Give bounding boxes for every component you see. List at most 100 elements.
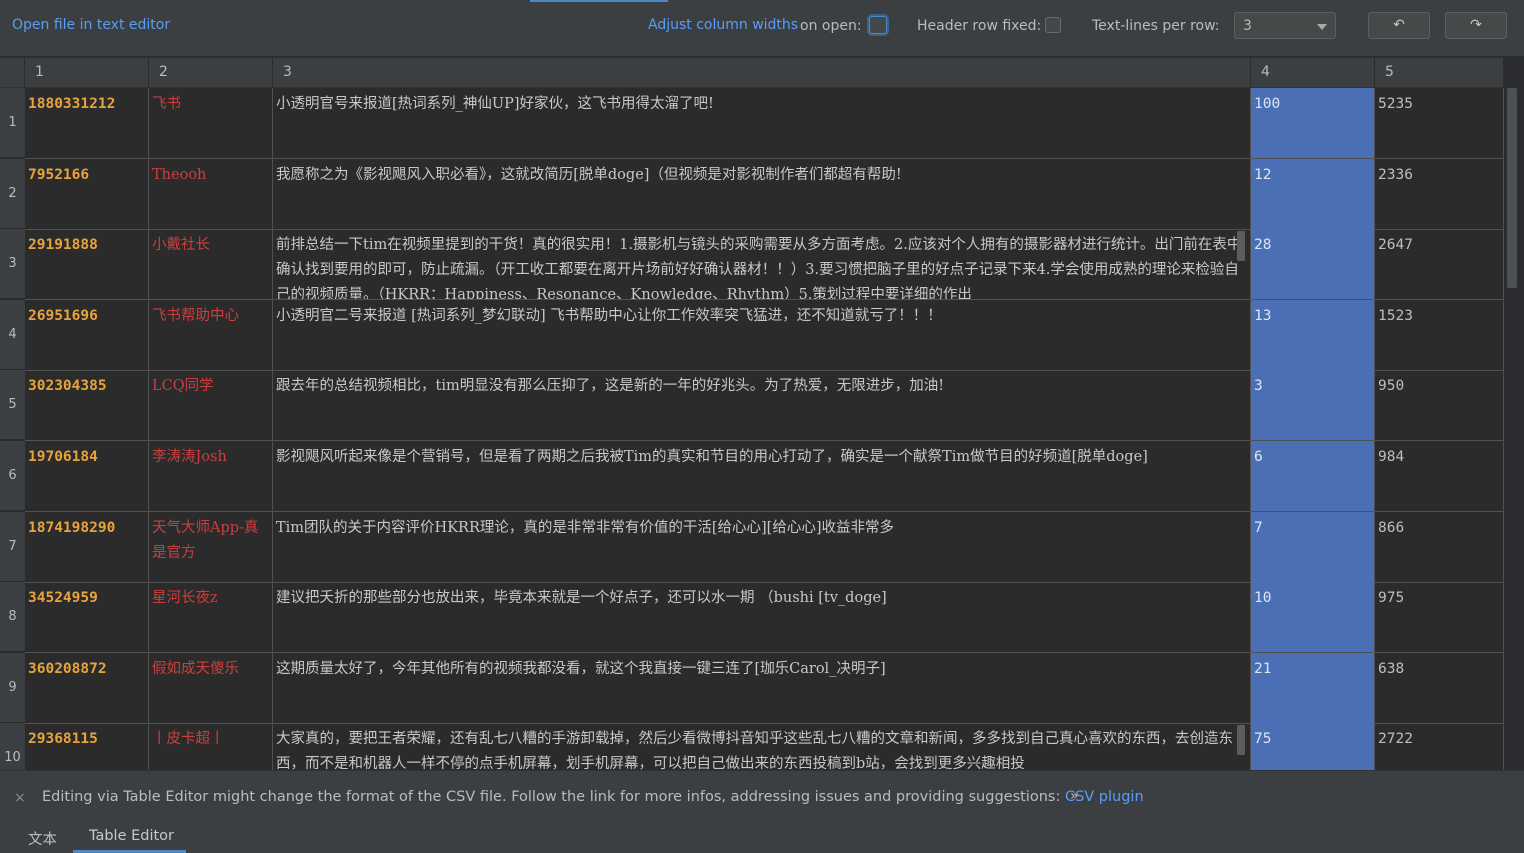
table-cell[interactable]: 13 <box>1251 300 1375 370</box>
tab-text[interactable]: 文本 <box>28 828 57 849</box>
table-row: 360208872 假如成天傻乐 这期质量太好了，今年其他所有的视频我都没看，就这个… <box>25 653 1504 724</box>
table-cell[interactable]: 李涛涛Josh <box>149 441 273 511</box>
table-cell[interactable]: 影视飓风听起来像是个营销号，但是看了两期之后我被Tim的真实和节目的用心打动了，… <box>273 441 1251 511</box>
table-cell[interactable]: 975 <box>1375 582 1504 652</box>
column-header[interactable]: 4 <box>1251 58 1375 87</box>
header-row-fixed-label: Header row fixed: <box>917 18 1042 34</box>
adjust-on-open-label: on open: <box>800 18 862 34</box>
open-in-text-editor-link[interactable]: Open file in text editor <box>12 17 170 33</box>
table-cell[interactable]: 34524959 <box>25 582 149 652</box>
table-cell[interactable]: 638 <box>1375 653 1504 723</box>
table-cell[interactable]: 小透明官号来报道[热词系列_神仙UP]好家伙，这飞书用得太溜了吧! <box>273 88 1251 158</box>
table-cell[interactable]: 12 <box>1251 159 1375 229</box>
table-cell[interactable]: 2336 <box>1375 159 1504 229</box>
table-cell[interactable]: 大家真的，要把王者荣耀，还有乱七八糟的手游卸载掉，然后少看微博抖音知乎这些乱七八… <box>273 723 1251 770</box>
table-cell[interactable]: Tim团队的关于内容评价HKRR理论，真的是非常非常有价值的干活[给心心][给心… <box>273 512 1251 582</box>
table-cell[interactable]: 19706184 <box>25 441 149 511</box>
table-header: 1 2 3 4 5 <box>0 58 1504 88</box>
column-header[interactable]: 5 <box>1375 58 1504 87</box>
table-cell[interactable]: 7 <box>1251 512 1375 582</box>
column-header[interactable]: 3 <box>273 58 1251 87</box>
table-cell[interactable]: 75 <box>1251 723 1375 770</box>
row-number[interactable]: 6 <box>0 441 25 511</box>
csv-notice-bar: × Editing via Table Editor might change … <box>0 770 1524 821</box>
table-row: 19706184 李涛涛Josh 影视飓风听起来像是个营销号，但是看了两期之后我被T… <box>25 441 1504 512</box>
table-row: 1874198290 天气大师App-真是官方 Tim团队的关于内容评价HKRR理论… <box>25 512 1504 583</box>
notice-message: Editing via Table Editor might change th… <box>42 789 1144 805</box>
table-cell[interactable]: 小透明官二号来报道 [热词系列_梦幻联动] 飞书帮助中心让你工作效率突飞猛进，还… <box>273 300 1251 370</box>
table-cell[interactable]: 302304385 <box>25 370 149 440</box>
row-number[interactable]: 2 <box>0 159 25 229</box>
table-cell[interactable]: 2722 <box>1375 723 1504 770</box>
lines-per-row-value: 3 <box>1243 18 1252 34</box>
row-number[interactable]: 9 <box>0 653 25 723</box>
row-number[interactable]: 3 <box>0 229 25 299</box>
table-cell[interactable]: 29191888 <box>25 229 149 299</box>
table-cell[interactable]: 跟去年的总结视频相比，tim明显没有那么压抑了，这是新的一年的好兆头。为了热爱，… <box>273 370 1251 440</box>
table-cell[interactable]: 天气大师App-真是官方 <box>149 512 273 582</box>
table-cell[interactable]: 建议把夭折的那些部分也放出来，毕竟本来就是一个好点子，还可以水一期 （bushi… <box>273 582 1251 652</box>
table-cell[interactable]: 1523 <box>1375 300 1504 370</box>
table-cell[interactable]: LCQ同学 <box>149 370 273 440</box>
row-number[interactable]: 10 <box>0 723 25 770</box>
table-cell[interactable]: Theooh <box>149 159 273 229</box>
row-number[interactable]: 5 <box>0 370 25 440</box>
column-header[interactable]: 1 <box>25 58 149 87</box>
table-row: 302304385 LCQ同学 跟去年的总结视频相比，tim明显没有那么压抑了，这是… <box>25 370 1504 441</box>
vertical-scrollbar[interactable] <box>1504 58 1524 770</box>
undo-icon: ↶ <box>1393 17 1405 33</box>
table-row: 29191888 小戴社长 前排总结一下tim在视频里提到的干货！真的很实用！1.摄… <box>25 229 1504 300</box>
scrollbar-thumb[interactable] <box>1507 88 1517 288</box>
table-cell[interactable]: 100 <box>1251 88 1375 158</box>
table-cell[interactable]: 我愿称之为《影视飓风入职必看》，这就改简历[脱单doge]（但视频是对影视制作者… <box>273 159 1251 229</box>
active-indicator <box>530 0 668 2</box>
tab-table-editor[interactable]: Table Editor <box>89 828 174 844</box>
cell-scrollbar[interactable] <box>1237 725 1245 755</box>
row-number[interactable]: 1 <box>0 88 25 158</box>
table-cell[interactable]: 10 <box>1251 582 1375 652</box>
column-header[interactable]: 2 <box>149 58 273 87</box>
table-cell[interactable]: 6 <box>1251 441 1375 511</box>
row-number[interactable]: 7 <box>0 512 25 582</box>
chevron-down-icon <box>1317 24 1327 30</box>
table-cell[interactable]: 星河长夜z <box>149 582 273 652</box>
table-cell[interactable]: 5235 <box>1375 88 1504 158</box>
adjust-column-widths-link[interactable]: Adjust column widths <box>648 17 798 33</box>
table-cell[interactable]: 21 <box>1251 653 1375 723</box>
table-cell[interactable]: 前排总结一下tim在视频里提到的干货！真的很实用！1.摄影机与镜头的采购需要从多… <box>273 229 1251 299</box>
header-row-fixed-checkbox[interactable] <box>1045 17 1061 33</box>
table-cell[interactable]: 1874198290 <box>25 512 149 582</box>
table-cell[interactable]: 28 <box>1251 229 1375 299</box>
table-cell[interactable]: 这期质量太好了，今年其他所有的视频我都没看，就这个我直接一键三连了[珈乐Caro… <box>273 653 1251 723</box>
table-cell[interactable]: 小戴社长 <box>149 229 273 299</box>
table-cell[interactable]: 360208872 <box>25 653 149 723</box>
table-row: 1880331212 飞书 小透明官号来报道[热词系列_神仙UP]好家伙，这飞书用得… <box>25 88 1504 159</box>
undo-button[interactable]: ↶ <box>1368 12 1430 39</box>
table-cell[interactable]: 29368115 <box>25 723 149 770</box>
table-cell[interactable]: 丨皮卡超丨 <box>149 723 273 770</box>
table-cell[interactable]: 假如成天傻乐 <box>149 653 273 723</box>
adjust-on-open-checkbox[interactable] <box>869 16 887 34</box>
lines-per-row-select[interactable]: 3 <box>1234 12 1336 39</box>
table-grid: 1 2 3 4 5 1 1880331212 飞书 小透明官号来报道[热词系列_神仙U… <box>0 58 1504 770</box>
table-cell[interactable]: 7952166 <box>25 159 149 229</box>
table-cell[interactable]: 飞书帮助中心 <box>149 300 273 370</box>
corner-cell <box>0 58 25 87</box>
table-cell[interactable]: 26951696 <box>25 300 149 370</box>
table-row: 34524959 星河长夜z 建议把夭折的那些部分也放出来，毕竟本来就是一个好点子，… <box>25 582 1504 653</box>
table-cell[interactable]: 3 <box>1251 370 1375 440</box>
table-cell[interactable]: 2647 <box>1375 229 1504 299</box>
table-row: 7952166 Theooh 我愿称之为《影视飓风入职必看》，这就改简历[脱单dog… <box>25 159 1504 230</box>
row-number[interactable]: 8 <box>0 582 25 652</box>
row-number[interactable]: 4 <box>0 300 25 370</box>
table-cell[interactable]: 984 <box>1375 441 1504 511</box>
toolbar: Open file in text editor Adjust column w… <box>0 0 1524 57</box>
table-cell[interactable]: 飞书 <box>149 88 273 158</box>
close-icon[interactable]: × <box>14 790 26 806</box>
table-cell[interactable]: 866 <box>1375 512 1504 582</box>
redo-button[interactable]: ↷ <box>1445 12 1507 39</box>
cell-scrollbar[interactable] <box>1237 231 1245 261</box>
table-cell[interactable]: 950 <box>1375 370 1504 440</box>
table-cell[interactable]: 1880331212 <box>25 88 149 158</box>
notice-text: Editing via Table Editor might change th… <box>42 789 1061 805</box>
